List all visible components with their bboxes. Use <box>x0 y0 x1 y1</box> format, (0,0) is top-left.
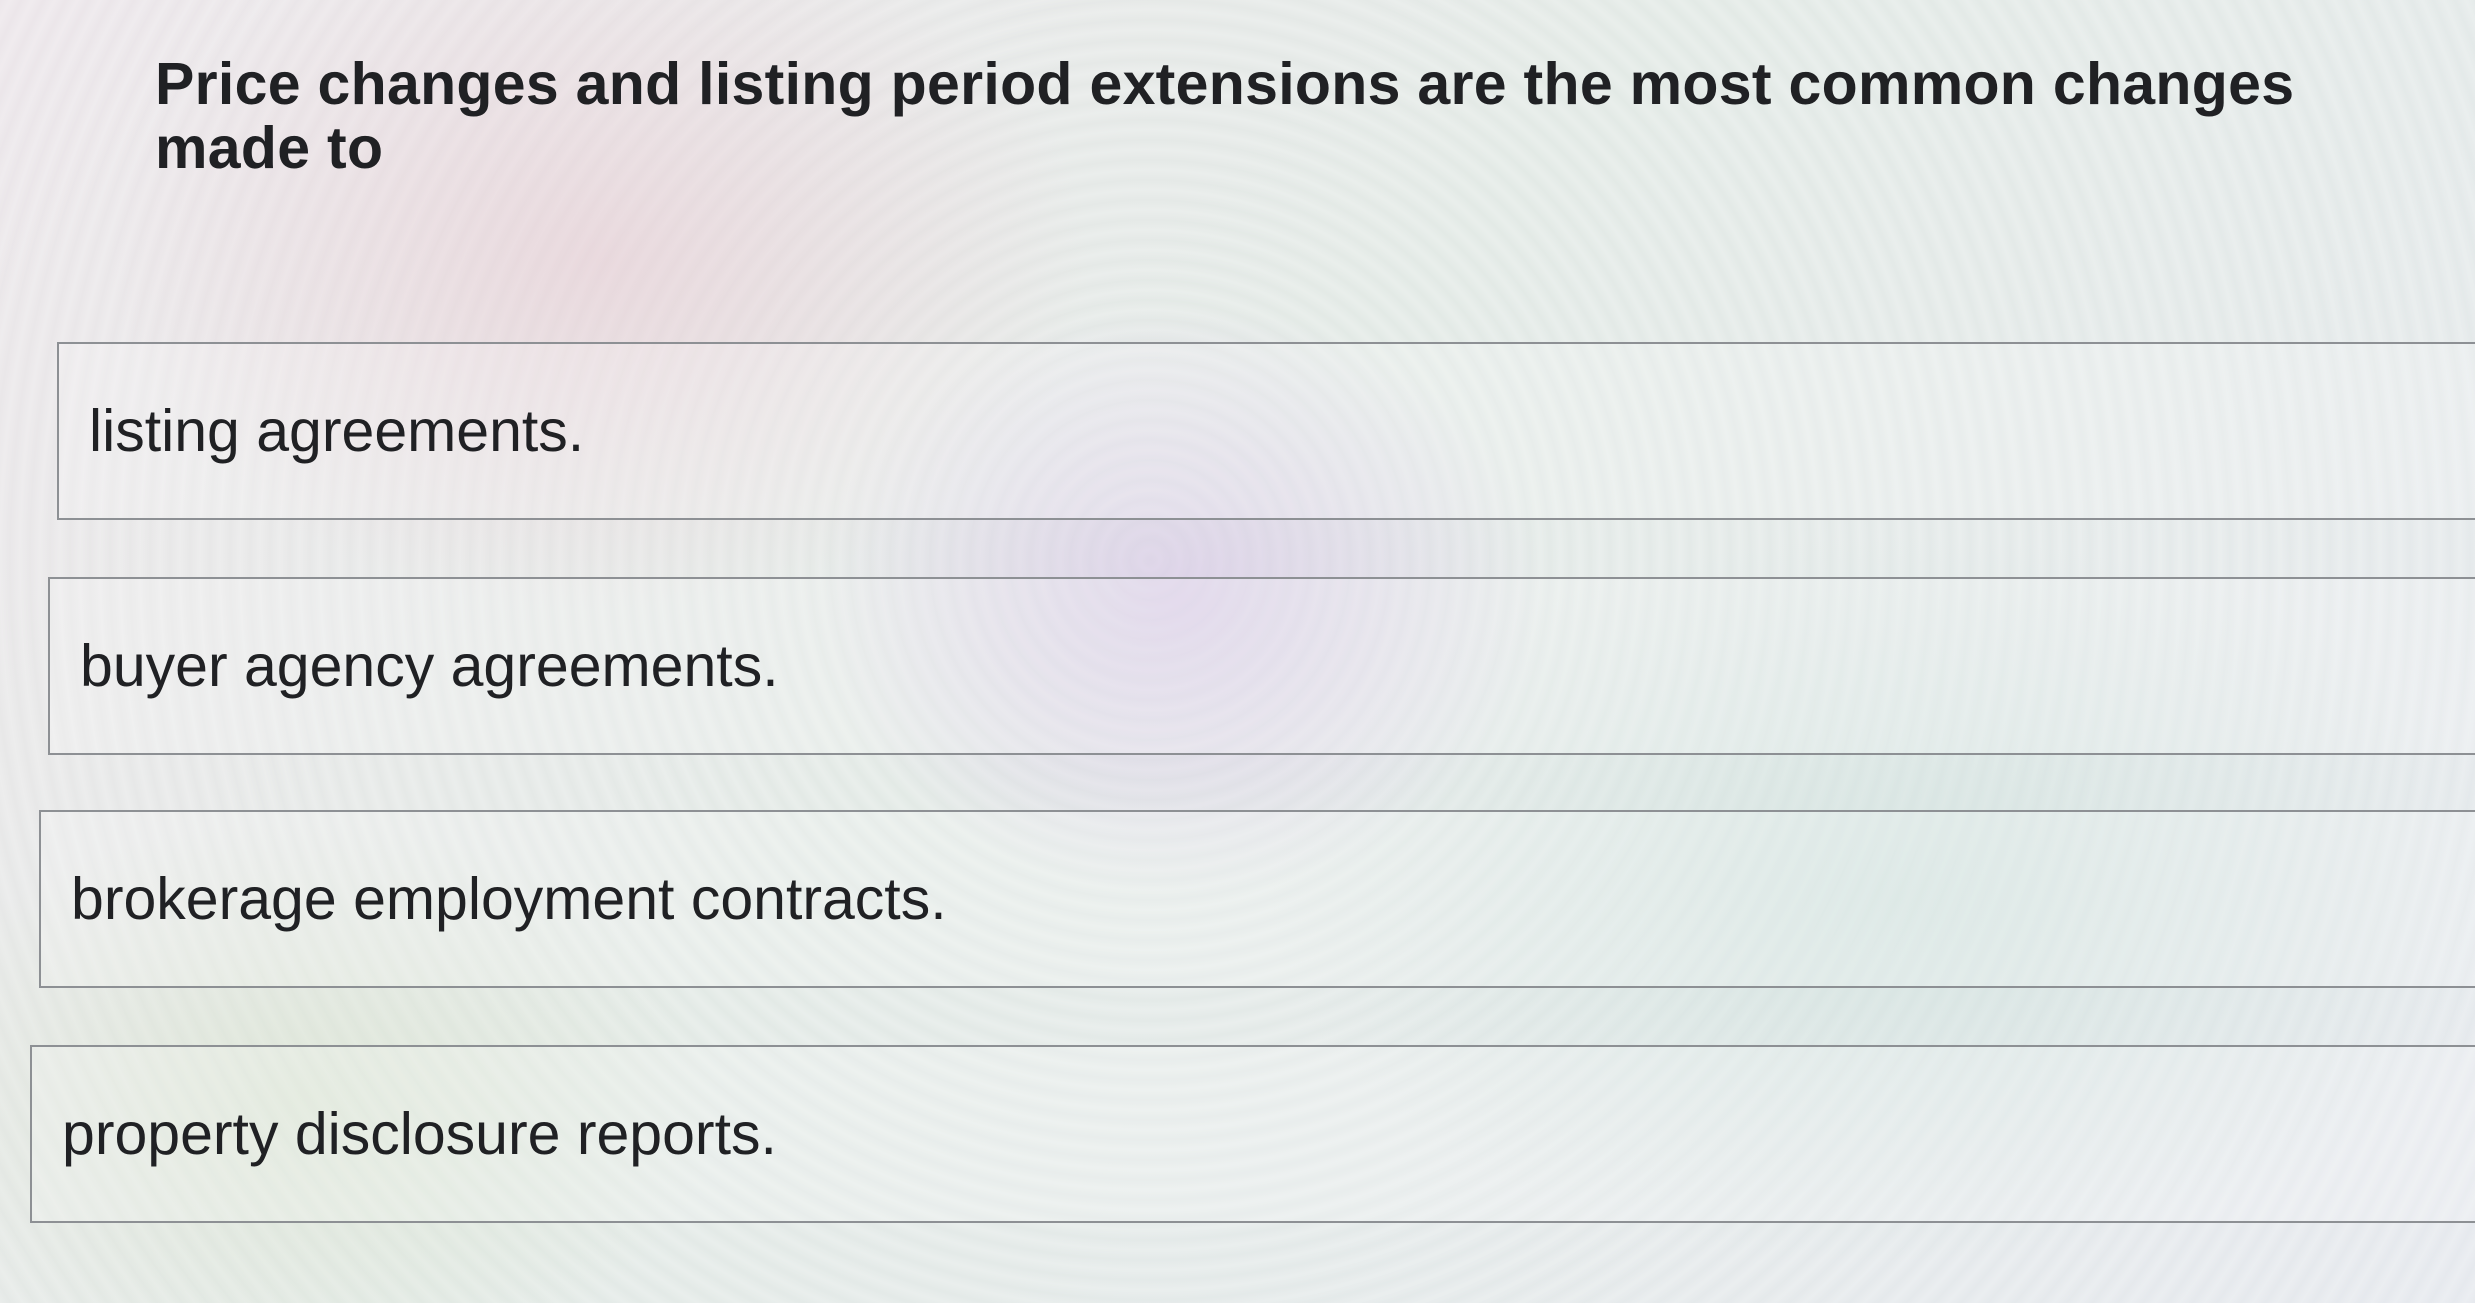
answer-options: listing agreements. buyer agency agreeme… <box>0 0 2475 1303</box>
answer-option-2[interactable]: buyer agency agreements. <box>48 577 2475 755</box>
answer-option-4[interactable]: property disclosure reports. <box>30 1045 2475 1223</box>
answer-option-1-label: listing agreements. <box>89 398 585 464</box>
answer-option-3[interactable]: brokerage employment contracts. <box>39 810 2475 988</box>
answer-option-1[interactable]: listing agreements. <box>57 342 2475 520</box>
answer-option-3-label: brokerage employment contracts. <box>71 866 947 932</box>
answer-option-4-label: property disclosure reports. <box>62 1101 777 1167</box>
answer-option-2-label: buyer agency agreements. <box>80 633 779 699</box>
